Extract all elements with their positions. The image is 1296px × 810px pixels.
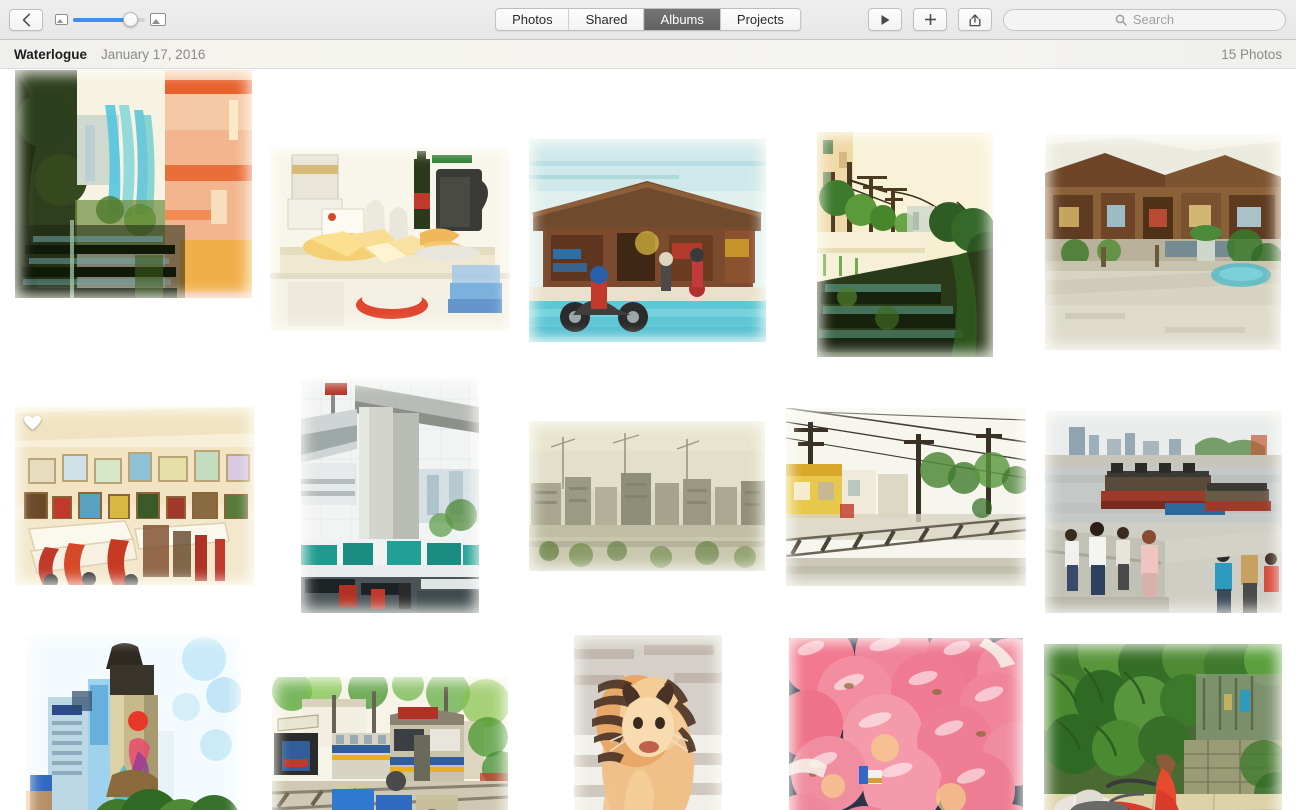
photo-thumbnail-pink-apples-crate[interactable] [789,638,1023,810]
search-icon [1115,14,1127,26]
tab-projects[interactable]: Projects [720,9,800,30]
share-button[interactable] [958,8,992,31]
photo-image [270,147,510,331]
photo-thumbnail-canal-with-power-lines[interactable] [817,132,993,357]
photo-image [1045,135,1281,350]
photo-image [1044,644,1282,810]
photo-image [789,638,1023,810]
photo-image [26,635,241,810]
photo-image [301,379,479,613]
photo-image [1045,411,1282,613]
photo-thumbnail-red-scooter-by-greenery[interactable] [1044,644,1282,810]
photo-image [529,139,766,342]
small-thumbnail-icon [55,14,68,25]
photo-thumbnail-cheese-and-bread-on-counter[interactable] [270,147,510,331]
album-date: January 17, 2016 [101,46,206,62]
share-icon [969,13,981,26]
photo-thumbnail-train-at-station[interactable] [272,677,508,810]
photo-thumbnail-concrete-overpass-construction[interactable] [301,379,479,613]
photo-image [15,70,252,298]
album-title: Waterlogue [14,46,88,62]
photo-thumbnail-street-with-hanging-laundry[interactable] [15,70,252,298]
photo-thumbnail-street-market-with-motorbike[interactable] [529,139,766,342]
zoom-slider-track[interactable] [73,12,145,27]
plus-icon [924,14,936,25]
tab-shared[interactable]: Shared [569,9,645,30]
photo-thumbnail-railway-tracks-with-poles[interactable] [786,408,1026,586]
search-input[interactable]: Search [1003,8,1286,31]
search-placeholder: Search [1132,12,1175,27]
photo-thumbnail-city-skyline-haze[interactable] [529,421,765,571]
photo-image [817,132,993,357]
thumbnail-size-slider[interactable] [55,12,166,27]
photo-thumbnail-bangkok-skyscrapers[interactable] [26,635,241,810]
tab-photos[interactable]: Photos [496,9,570,30]
photo-grid [0,69,1296,810]
window-toolbar: Photos Shared Albums Projects Search [0,0,1296,40]
back-button[interactable] [9,8,43,31]
play-icon [881,14,889,25]
photo-image [786,408,1026,586]
favorite-heart-icon [24,415,41,430]
toolbar-left-group [0,8,166,31]
photo-thumbnail-walking-tiger[interactable] [574,635,722,810]
slider-fill [73,17,130,22]
album-header-bar: Waterlogue January 17, 2016 15 Photos [0,40,1296,69]
view-mode-segmented-control[interactable]: Photos Shared Albums Projects [495,8,801,31]
slider-knob[interactable] [123,12,138,27]
photo-thumbnail-riverfront-with-boats-and-people[interactable] [1045,411,1282,613]
photo-thumbnail-village-houses-by-road[interactable] [1045,135,1281,350]
photo-image [529,421,765,571]
album-photo-count: 15 Photos [1221,46,1282,62]
tab-albums[interactable]: Albums [644,9,721,30]
photo-image [272,677,508,810]
chevron-left-icon [22,12,30,27]
toolbar-right-group: Search [868,8,1286,31]
large-thumbnail-icon [150,13,166,26]
photo-image [15,407,254,585]
photo-thumbnail-art-gallery-interior[interactable] [15,407,254,585]
add-button[interactable] [913,8,947,31]
photo-image [574,635,722,810]
slideshow-play-button[interactable] [868,8,902,31]
